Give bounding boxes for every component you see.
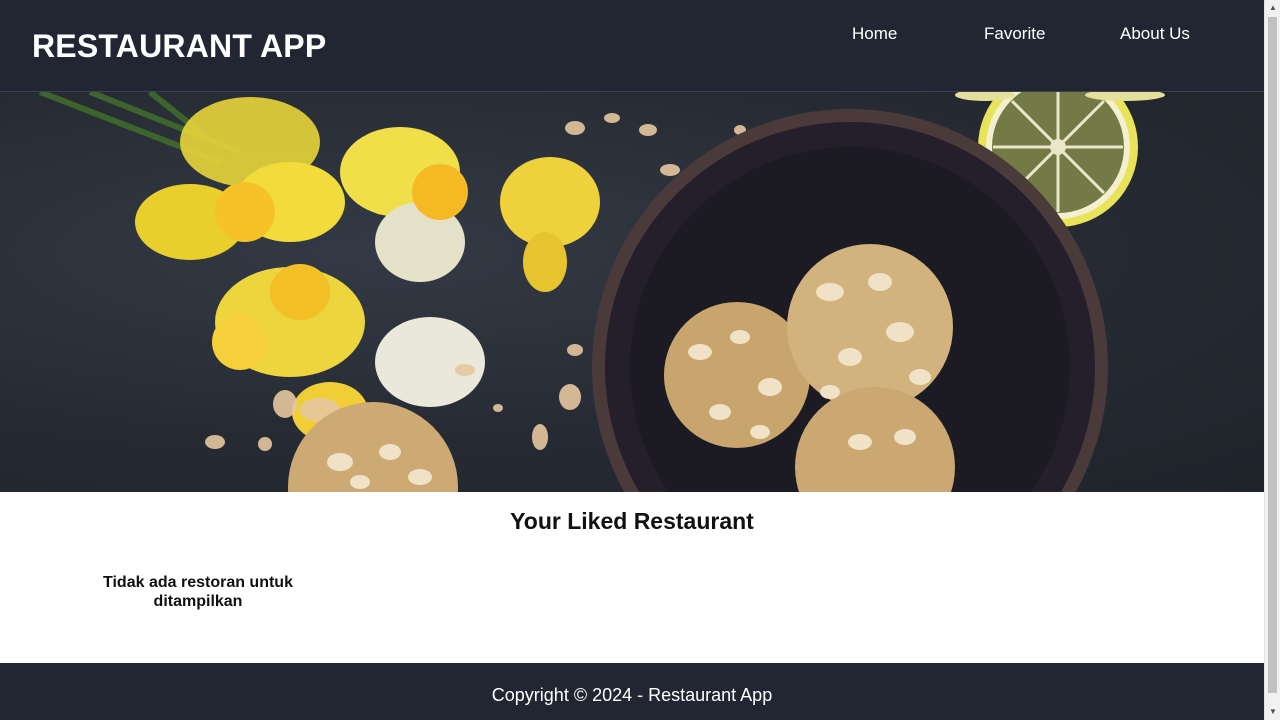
- vertical-scrollbar[interactable]: ▲ ▼: [1264, 0, 1280, 720]
- scrollbar-thumb[interactable]: [1268, 17, 1277, 693]
- page: RESTAURANT APP Home Favorite About Us Yo…: [0, 0, 1264, 720]
- empty-state-message: Tidak ada restoran untuk ditampilkan: [103, 574, 293, 610]
- hero-banner: [0, 92, 1264, 492]
- nav-link-home[interactable]: Home: [852, 24, 897, 43]
- scroll-down-icon[interactable]: ▼: [1265, 704, 1280, 720]
- page-title: Your Liked Restaurant: [510, 508, 754, 534]
- nav-link-favorite[interactable]: Favorite: [984, 24, 1045, 43]
- main-nav: Home Favorite About Us: [0, 0, 1264, 92]
- footer: Copyright © 2024 - Restaurant App: [0, 663, 1264, 720]
- hero-image: [38, 92, 1165, 492]
- app-bar: RESTAURANT APP Home Favorite About Us: [0, 0, 1264, 92]
- nav-link-about-us[interactable]: About Us: [1120, 24, 1190, 43]
- scroll-up-icon[interactable]: ▲: [1265, 0, 1280, 16]
- footer-copyright: Copyright © 2024 - Restaurant App: [491, 685, 773, 705]
